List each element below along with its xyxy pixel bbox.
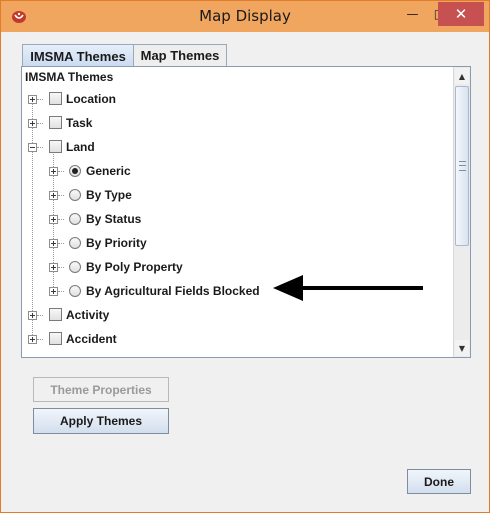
tree-node-by-type[interactable]: By Type [22,187,442,205]
expand-icon[interactable] [49,167,58,176]
land-checkbox[interactable] [49,140,62,153]
tree-connector [37,339,43,340]
tree-connector [58,243,64,244]
tree-node-label: Task [66,116,93,130]
by-agricultural-fields-blocked-radio[interactable] [69,285,81,297]
tree-node-label: Generic [86,164,131,178]
expand-icon[interactable] [49,215,58,224]
activity-checkbox[interactable] [49,308,62,321]
tree-node-label: By Status [86,212,142,226]
tree-vertical-scrollbar[interactable]: ▲ ▼ [453,67,470,357]
by-status-radio[interactable] [69,213,81,225]
tree-root-label: IMSMA Themes [25,70,114,84]
expand-icon[interactable] [28,95,37,104]
done-button[interactable]: Done [407,469,471,494]
theme-tree[interactable]: IMSMA Themes Location Task Land Generic [21,66,471,358]
expand-icon[interactable] [49,287,58,296]
scroll-thumb[interactable] [455,86,469,246]
tree-node-label: By Type [86,188,132,202]
location-checkbox[interactable] [49,92,62,105]
tree-connector [58,171,64,172]
tree-node-task[interactable]: Task [22,115,442,133]
by-priority-radio[interactable] [69,237,81,249]
scroll-up-arrow-icon[interactable]: ▲ [455,68,469,84]
collapse-icon[interactable] [28,143,37,152]
tree-connector [58,291,64,292]
expand-icon[interactable] [28,311,37,320]
scroll-down-arrow-icon[interactable]: ▼ [455,340,469,356]
arrow-left-icon [273,275,423,301]
tree-node-accident[interactable]: Accident [22,331,442,349]
tree-connector [58,267,64,268]
tree-node-label: Accident [66,332,117,346]
tree-node-label: Activity [66,308,110,322]
tree-node-land[interactable]: Land [22,139,442,157]
tree-node-generic[interactable]: Generic [22,163,442,181]
task-checkbox[interactable] [49,116,62,129]
tree-node-label: By Agricultural Fields Blocked [86,284,260,298]
tree-node-by-priority[interactable]: By Priority [22,235,442,253]
tree-node-label: By Priority [86,236,147,250]
tab-map-themes[interactable]: Map Themes [133,44,227,66]
tree-node-by-status[interactable]: By Status [22,211,442,229]
tree-connector [37,99,43,100]
generic-radio[interactable] [69,165,81,177]
by-type-radio[interactable] [69,189,81,201]
minimize-button[interactable]: — [399,2,426,26]
expand-icon[interactable] [28,119,37,128]
apply-themes-button[interactable]: Apply Themes [33,408,169,434]
tree-node-label: Location [66,92,116,106]
tree-node-location[interactable]: Location [22,91,442,109]
tree-connector [58,195,64,196]
tree-connector [37,315,43,316]
by-poly-property-radio[interactable] [69,261,81,273]
map-display-window: Map Display — □ ✕ IMSMA Themes Map Theme… [0,0,490,513]
tree-node-activity[interactable]: Activity [22,307,442,325]
tree-node-label: By Poly Property [86,260,183,274]
tree-connector [37,147,43,148]
expand-icon[interactable] [49,263,58,272]
close-button[interactable]: ✕ [438,2,484,26]
expand-icon[interactable] [49,191,58,200]
tab-imsma-themes[interactable]: IMSMA Themes [22,44,134,67]
title-bar[interactable]: Map Display — □ ✕ [1,1,489,32]
theme-properties-button[interactable]: Theme Properties [33,377,169,402]
tree-connector [58,219,64,220]
expand-icon[interactable] [49,239,58,248]
expand-icon[interactable] [28,335,37,344]
tree-connector [37,123,43,124]
accident-checkbox[interactable] [49,332,62,345]
tree-node-label: Land [66,140,95,154]
scroll-grip-icon [459,161,466,171]
